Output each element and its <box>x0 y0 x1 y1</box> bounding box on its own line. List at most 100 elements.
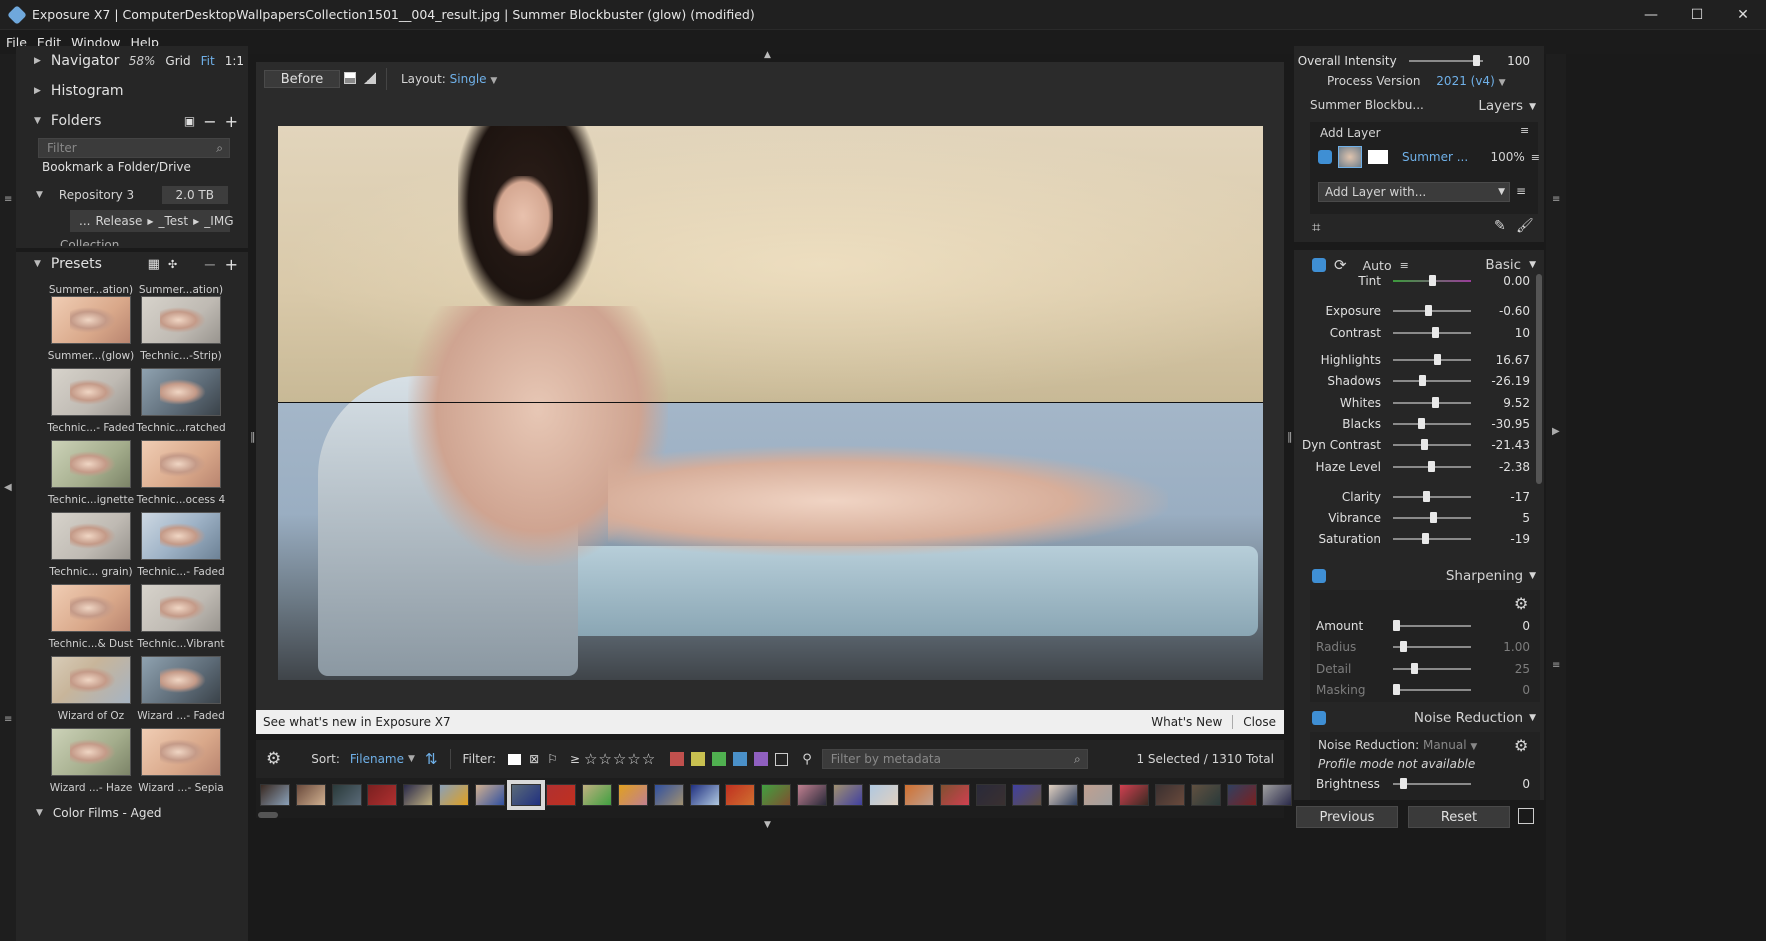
slider-track[interactable] <box>1393 326 1471 338</box>
filmstrip-thumb[interactable] <box>797 784 827 806</box>
slider-highlights[interactable]: Highlights 16.67 <box>1294 349 1530 370</box>
slider-track[interactable] <box>1393 460 1471 472</box>
noise-mode[interactable]: Noise Reduction: Manual ▼ <box>1318 738 1477 752</box>
slider-vibrance[interactable]: Vibrance 5 <box>1294 507 1530 528</box>
before-button[interactable]: Before <box>264 70 340 88</box>
previous-button[interactable]: Previous <box>1296 806 1398 828</box>
slider-knob[interactable] <box>1400 777 1408 789</box>
slider-dyn-contrast[interactable]: Dyn Contrast -21.43 <box>1294 434 1530 455</box>
presets-header[interactable]: ▼ Presets ▦ ✣ − + <box>16 252 248 276</box>
preset-item[interactable]: Technic...ocess 4 <box>136 440 226 506</box>
add-layer-with-dropdown[interactable]: Add Layer with... ▼ <box>1318 182 1510 202</box>
flag-pick-icon[interactable] <box>508 753 522 765</box>
folder-path[interactable]: ... Release ▶ _Test ▶ _IMG <box>70 210 234 232</box>
preset-item[interactable]: Technic...- Faded <box>46 368 136 434</box>
bookmark-folder-link[interactable]: Bookmark a Folder/Drive <box>42 160 191 174</box>
noise-toggle[interactable] <box>1312 711 1326 725</box>
slider-knob[interactable] <box>1400 640 1408 652</box>
overall-intensity-slider[interactable]: Overall Intensity 100 <box>1294 50 1530 71</box>
preset-item[interactable]: Technic...ratched <box>136 368 226 434</box>
panel-toggle-icon[interactable] <box>1518 808 1534 824</box>
slider-knob[interactable] <box>1472 54 1480 66</box>
color-none-icon[interactable] <box>775 752 789 766</box>
filmstrip-thumb[interactable] <box>976 784 1006 806</box>
sort-selector[interactable]: Filename <box>350 752 404 766</box>
navigator-header[interactable]: ▶ Navigator 58% Grid Fit 1:1 <box>16 46 248 76</box>
adjustments-scrollbar[interactable] <box>1536 274 1542 484</box>
noise-title[interactable]: Noise Reduction <box>1414 710 1523 726</box>
slider-masking[interactable]: Masking 0 <box>1294 679 1530 700</box>
preset-group-color-films[interactable]: ▼ Color Films - Aged <box>36 806 162 820</box>
slider-knob[interactable] <box>1393 683 1400 695</box>
grip-icon[interactable]: ≡ <box>1552 194 1560 205</box>
slider-radius[interactable]: Radius 1.00 <box>1294 636 1530 657</box>
reset-button[interactable]: Reset <box>1408 806 1510 828</box>
preset-item[interactable]: Summer...ation) <box>136 278 226 296</box>
slider-track[interactable] <box>1393 777 1471 789</box>
filmstrip-thumb[interactable] <box>761 784 792 806</box>
maximize-icon[interactable]: ☐ <box>1674 0 1720 30</box>
filmstrip-thumb[interactable] <box>260 784 290 806</box>
process-version[interactable]: Process Version 2021 (v4) ▼ <box>1327 74 1506 88</box>
filmstrip-thumb[interactable] <box>546 784 577 806</box>
preset-item[interactable]: Technic...-Strip) <box>136 296 226 362</box>
slider-track[interactable] <box>1393 683 1471 695</box>
photo-canvas[interactable] <box>278 126 1263 680</box>
folders-header[interactable]: ▼ Folders ▣ − + <box>16 106 248 136</box>
slider-amount[interactable]: Amount 0 <box>1294 615 1530 636</box>
gear-icon[interactable]: ⚙ <box>1514 594 1528 613</box>
preset-item[interactable]: Wizard ...- Faded <box>136 656 226 722</box>
layers-title[interactable]: Layers <box>1478 98 1523 114</box>
preset-item[interactable]: Technic...Vibrant <box>136 584 226 650</box>
preset-item[interactable]: Technic...& Dust <box>46 584 136 650</box>
filmstrip-thumb[interactable] <box>940 784 971 806</box>
flag-none-icon[interactable]: ⚐ <box>547 752 558 766</box>
sharpening-toggle[interactable] <box>1312 569 1326 583</box>
resize-handle[interactable]: ‖ <box>1287 430 1293 443</box>
slider-knob[interactable] <box>1393 619 1400 631</box>
folder-filter-input[interactable]: Filter ⌕ <box>38 138 230 158</box>
fit-button[interactable]: Fit <box>201 54 215 68</box>
slider-knob[interactable] <box>1427 460 1435 472</box>
filmstrip-thumb[interactable] <box>331 784 362 806</box>
slider-knob[interactable] <box>1424 304 1432 316</box>
grip-icon[interactable]: ≡ <box>4 714 12 725</box>
preset-item[interactable]: Summer...(glow) <box>46 296 136 362</box>
color-label-3[interactable] <box>733 752 748 766</box>
filmstrip-thumb[interactable] <box>1226 784 1257 806</box>
preset-item[interactable]: Technic...- Faded <box>136 512 226 578</box>
collapse-top-icon[interactable]: ▲ <box>764 50 771 60</box>
slider-track[interactable] <box>1393 304 1471 316</box>
star-rating-filter[interactable]: ☆☆☆☆☆ <box>584 750 656 768</box>
brush-icon[interactable]: 🖌 <box>1516 218 1534 234</box>
slider-track[interactable] <box>1393 619 1471 631</box>
layer-options-icon[interactable]: ≡ <box>1516 184 1526 198</box>
slider-track[interactable] <box>1393 532 1471 544</box>
histogram-header[interactable]: ▶ Histogram <box>16 76 248 106</box>
slider-blacks[interactable]: Blacks -30.95 <box>1294 413 1530 434</box>
one-to-one-button[interactable]: 1:1 <box>225 54 244 68</box>
slider-knob[interactable] <box>1419 374 1427 386</box>
filmstrip-thumb[interactable] <box>1047 784 1078 806</box>
slider-track[interactable] <box>1393 490 1471 502</box>
slider-knob[interactable] <box>1417 417 1425 429</box>
slider-whites[interactable]: Whites 9.52 <box>1294 392 1530 413</box>
filmstrip-thumb[interactable] <box>1262 784 1293 806</box>
menu-icon[interactable]: ≡ <box>1531 151 1540 164</box>
eraser-icon[interactable]: ✎ <box>1494 218 1506 234</box>
flag-reject-icon[interactable]: ⊠ <box>529 752 539 766</box>
filmstrip-thumb[interactable] <box>403 784 434 806</box>
slider-track[interactable] <box>1393 374 1471 386</box>
plus-icon[interactable]: + <box>225 255 238 274</box>
grid-view-icon[interactable]: ▦ <box>148 257 160 272</box>
filmstrip-thumb[interactable] <box>295 784 326 806</box>
brightness-slider[interactable]: Brightness 0 <box>1294 773 1530 794</box>
sort-direction-icon[interactable]: ⇅ <box>425 750 438 768</box>
slider-haze-level[interactable]: Haze Level -2.38 <box>1294 456 1530 477</box>
preset-item[interactable]: Technic... grain) <box>46 512 136 578</box>
filmstrip-thumb[interactable] <box>1083 784 1114 806</box>
minus-icon[interactable]: − <box>203 112 216 131</box>
preset-item[interactable]: Technic...ignette <box>46 440 136 506</box>
minimize-icon[interactable]: — <box>1628 0 1674 30</box>
color-label-4[interactable] <box>754 752 769 766</box>
